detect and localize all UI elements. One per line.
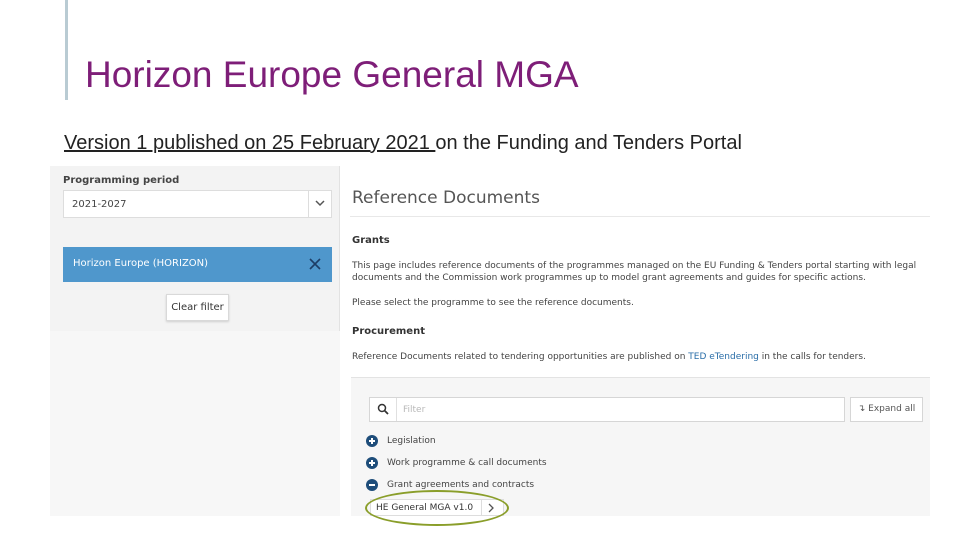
tree-item-label: Grant agreements and contracts — [387, 480, 535, 490]
plus-circle-icon[interactable] — [366, 435, 378, 447]
filter-panel-below — [50, 331, 340, 516]
heading-divider — [350, 216, 930, 217]
tree-item-label: Work programme & call documents — [387, 458, 547, 468]
expand-all-button[interactable]: ↴ Expand all — [850, 397, 923, 422]
ted-etendering-link[interactable]: TED eTendering — [688, 352, 759, 362]
clear-filter-button[interactable]: Clear filter — [166, 294, 229, 321]
select-programme-text: Please select the programme to see the r… — [352, 298, 634, 308]
subtitle-rest: on the Funding and Tenders Portal — [435, 132, 742, 154]
slide-title: Horizon Europe General MGA — [85, 54, 579, 95]
minus-circle-icon[interactable] — [366, 479, 378, 491]
highlight-ellipse — [365, 490, 509, 526]
procurement-text-after: in the calls for tenders. — [758, 352, 866, 362]
version-link[interactable]: Version 1 published on 25 February 2021 — [64, 132, 435, 154]
plus-circle-icon[interactable] — [366, 457, 378, 469]
title-accent-bar — [65, 0, 68, 100]
close-icon[interactable] — [308, 257, 322, 271]
expand-all-label: Expand all — [868, 404, 916, 414]
active-filter-chip[interactable]: Horizon Europe (HORIZON) — [63, 247, 332, 282]
procurement-description: Reference Documents related to tendering… — [352, 352, 866, 362]
programming-period-label: Programming period — [63, 175, 180, 186]
grants-heading: Grants — [352, 235, 390, 246]
active-filter-label: Horizon Europe (HORIZON) — [73, 258, 209, 269]
programming-period-select[interactable]: 2021-2027 — [63, 190, 332, 218]
tree-filter-input[interactable] — [403, 402, 833, 417]
search-icon-box — [370, 398, 397, 421]
procurement-heading: Procurement — [352, 326, 425, 337]
programming-period-value: 2021-2027 — [72, 199, 127, 210]
slide-subtitle: Version 1 published on 25 February 2021 … — [64, 132, 742, 155]
expand-icon: ↴ — [857, 404, 869, 414]
tree-item-label: Legislation — [387, 436, 436, 446]
grants-description: This page includes reference documents o… — [352, 261, 917, 283]
procurement-text-before: Reference Documents related to tendering… — [352, 352, 689, 362]
search-icon — [377, 403, 389, 415]
filter-panel: Programming period 2021-2027 Horizon Eur… — [50, 166, 340, 331]
select-divider — [308, 191, 309, 217]
reference-documents-heading: Reference Documents — [352, 188, 540, 208]
portal-screenshot: Programming period 2021-2027 Horizon Eur… — [50, 166, 930, 516]
tree-filter-field[interactable] — [369, 397, 845, 422]
chevron-down-icon[interactable] — [313, 196, 327, 210]
